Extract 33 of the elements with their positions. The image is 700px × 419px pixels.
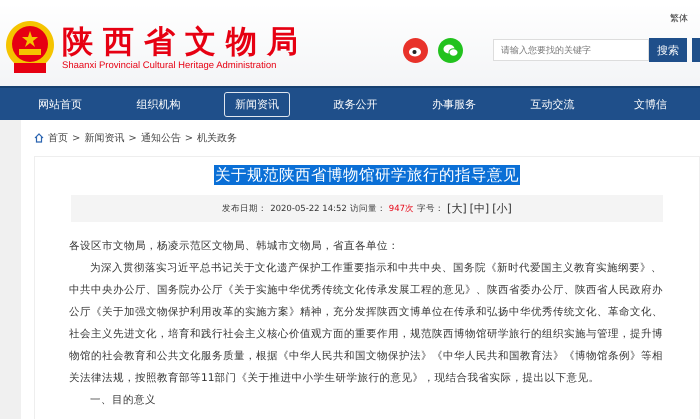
national-emblem-icon [4,19,56,75]
breadcrumb-link[interactable]: 新闻资讯 [84,131,124,145]
breadcrumb-link[interactable]: 首页 [48,131,68,145]
article-title: 关于规范陕西省博物馆研学旅行的指导意见 [214,165,520,185]
site-title: 陕西省文物局 [62,24,308,60]
weibo-icon[interactable] [403,38,428,62]
search-field[interactable]: 请输入您要找的关键字 [493,39,649,61]
nav-tab[interactable]: 政务公开 [306,92,405,116]
view-count: 947次 [388,202,414,214]
breadcrumb-separator: > [128,132,137,144]
language-link[interactable]: 繁体 [670,12,688,25]
breadcrumb-link[interactable]: 通知公告 [140,131,181,145]
home-icon[interactable] [34,133,44,143]
publish-label: 发布日期： [222,202,268,214]
article-paragraph: 为深入贯彻落实习近平总书记关于文化遗产保护工作重要指示和中共中央、国务院《新时代爱国主义教育实施纲要》、中共中央办公厅、国务院办公厅《关于实施中华优秀传统文化传承发展工程的意见》、陕西省委办公厅、陕西省人民政府办公厅《关于加强文物保护利用改革的实施方案》精神，充分发挥陕西文博单位在传承和弘扬中华优秀传统文化、革命文化、社会主义先进文化，培育和践行社会主义核心价值观方面的重要作用，规范陕西博物馆研学旅行的组织实施与管理，提升博物馆的社会教育和公共文化服务质量，根据《中华人民共和国文物保护法》《中华人民共和国教育法》《博物馆条例》等相关法律法规，按照教育部等11部门《关于推进中小学生研学旅行的意见》，现结合我省实际，提出以下意见。 [69,261,664,386]
nav-tab[interactable]: 互动交流 [503,92,602,116]
breadcrumb-link[interactable]: 机关政务 [197,131,238,145]
nav-tab[interactable]: 组织机构 [109,92,208,116]
article-paragraph: 一、目的意义 [89,393,158,408]
font-size-link[interactable]: [大] [447,201,467,216]
views-label: 访问量： [350,202,386,214]
publish-date: 2020-05-22 14:52 [270,204,347,214]
font-size-label: 字号： [417,202,444,214]
search-button[interactable]: 搜索 [649,38,687,62]
nav-tab[interactable]: 办事服务 [404,92,504,116]
nav-tab[interactable]: 文博信 [602,92,700,116]
font-size-link[interactable]: [小] [492,201,512,216]
font-size-link[interactable]: [中] [470,201,490,216]
breadcrumb-separator: > [184,132,194,144]
article-paragraph: 各设区市文物局，杨凌示范区文物局、韩城市文物局，省直各单位： [69,239,400,254]
breadcrumb-separator: > [72,132,80,144]
site-subtitle: Shaanxi Provincial Cultural Heritage Administration [62,60,278,70]
nav-tab[interactable]: 网站首页 [11,92,110,116]
